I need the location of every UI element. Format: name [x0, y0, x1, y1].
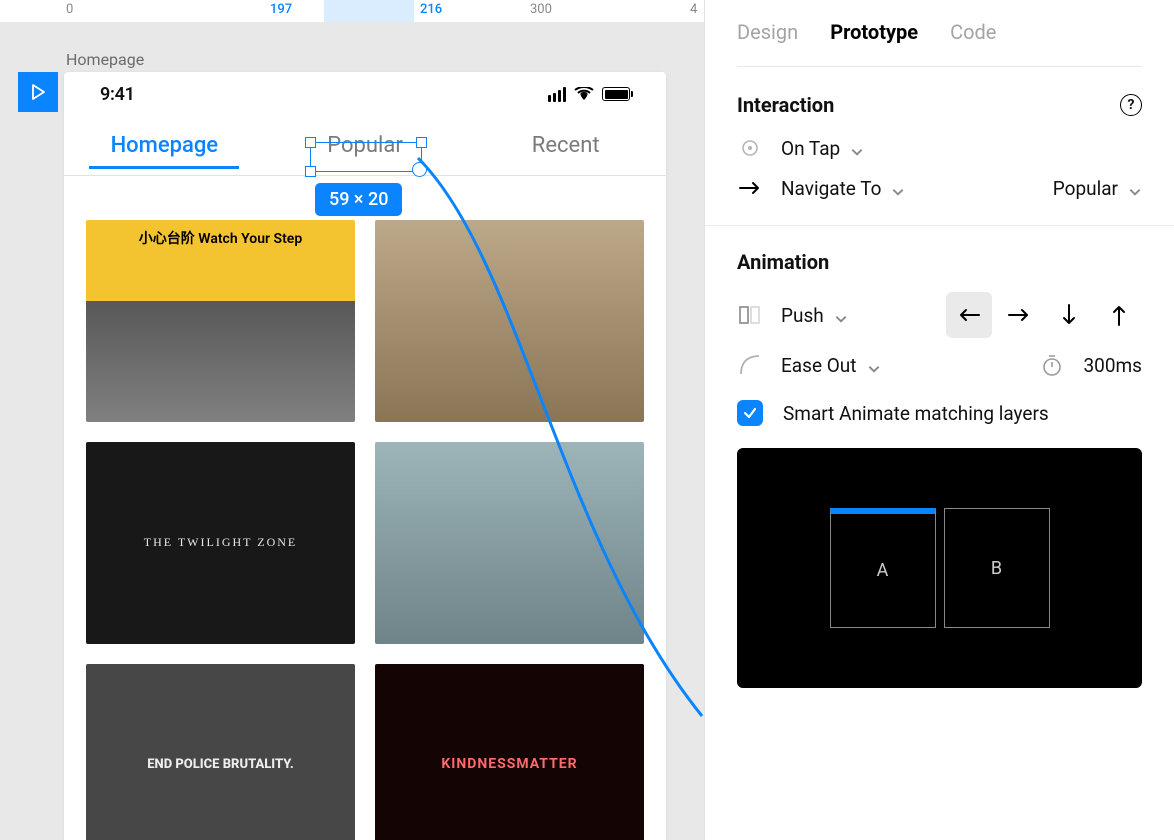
status-time: 9:41 — [100, 84, 135, 105]
animation-type-icon — [737, 302, 763, 328]
resize-handle[interactable] — [305, 137, 316, 148]
action-row[interactable]: Navigate To Popular — [737, 175, 1142, 201]
ruler-tick: 300 — [530, 2, 552, 17]
chevron-down-icon — [850, 141, 864, 155]
animation-type-label: Push — [781, 304, 824, 327]
properties-panel: Design Prototype Code Interaction ? On T… — [704, 0, 1174, 840]
wifi-icon — [574, 87, 594, 101]
trigger-icon — [737, 135, 763, 161]
animation-type-dropdown[interactable]: Push — [781, 304, 848, 327]
divider — [705, 225, 1174, 226]
easing-dropdown[interactable]: Ease Out — [781, 354, 881, 377]
preview-frame-b: B — [944, 508, 1050, 628]
chevron-down-icon — [891, 181, 905, 195]
duration-value[interactable]: 300ms — [1083, 354, 1142, 377]
tab-homepage[interactable]: Homepage — [64, 123, 265, 168]
prototype-node-handle[interactable] — [412, 162, 427, 177]
frame-label[interactable]: Homepage — [66, 50, 144, 69]
ruler-tick: 197 — [270, 2, 292, 17]
resize-handle[interactable] — [305, 166, 316, 177]
chevron-down-icon — [834, 308, 848, 322]
direction-left-button[interactable] — [946, 292, 992, 338]
direction-right-button[interactable] — [996, 292, 1042, 338]
smart-animate-label: Smart Animate matching layers — [783, 402, 1049, 425]
panel-tabs: Design Prototype Code — [737, 0, 1142, 67]
panel-tab-design[interactable]: Design — [737, 20, 798, 44]
grid-image[interactable]: KINDNESSMATTER — [375, 664, 644, 840]
ruler-tick: 216 — [420, 2, 442, 17]
selection-outline[interactable]: 59 × 20 — [310, 142, 422, 172]
direction-up-button[interactable] — [1096, 292, 1142, 338]
grid-image[interactable]: THE TWILIGHT ZONE — [86, 442, 355, 644]
trigger-label: On Tap — [781, 137, 840, 160]
prototype-play-button[interactable] — [18, 72, 58, 112]
canvas[interactable]: 0 197 216 300 4 Homepage 9:41 Homepage P… — [0, 0, 704, 840]
panel-tab-prototype[interactable]: Prototype — [830, 20, 918, 44]
grid-image[interactable]: END POLICE BRUTALITY. — [86, 664, 355, 840]
arrow-right-icon — [737, 175, 763, 201]
action-label: Navigate To — [781, 177, 881, 200]
grid-image[interactable] — [375, 442, 644, 644]
direction-down-button[interactable] — [1046, 292, 1092, 338]
play-icon — [29, 83, 47, 101]
target-label: Popular — [1053, 177, 1118, 200]
tab-recent[interactable]: Recent — [465, 123, 666, 168]
easing-icon — [737, 352, 763, 378]
chevron-down-icon — [867, 358, 881, 372]
ruler-selection — [324, 0, 414, 22]
interaction-title: Interaction — [737, 93, 834, 117]
image-grid: 小心台阶 Watch Your Step THE TWILIGHT ZONE E… — [64, 176, 666, 840]
ruler-tick: 0 — [66, 2, 73, 17]
animation-title: Animation — [737, 250, 829, 274]
dimensions-badge: 59 × 20 — [315, 183, 402, 216]
resize-handle[interactable] — [416, 137, 427, 148]
signal-icon — [548, 87, 566, 102]
ruler: 0 197 216 300 4 — [0, 0, 704, 22]
trigger-row[interactable]: On Tap — [737, 135, 1142, 161]
target-dropdown[interactable]: Popular — [1053, 177, 1142, 200]
device-frame[interactable]: 9:41 Homepage Popular Recent 小心台阶 Watch … — [64, 72, 666, 840]
easing-label: Ease Out — [781, 354, 857, 377]
animation-preview[interactable]: A B — [737, 448, 1142, 688]
checkmark-icon — [742, 405, 758, 421]
timer-icon — [1039, 352, 1065, 378]
help-icon[interactable]: ? — [1120, 94, 1142, 116]
chevron-down-icon — [1128, 181, 1142, 195]
preview-frame-a: A — [830, 508, 936, 628]
grid-image[interactable]: 小心台阶 Watch Your Step — [86, 220, 355, 422]
status-bar: 9:41 — [64, 72, 666, 116]
grid-image[interactable] — [375, 220, 644, 422]
panel-tab-code[interactable]: Code — [950, 20, 996, 44]
battery-icon — [602, 87, 630, 101]
smart-animate-checkbox[interactable] — [737, 400, 763, 426]
direction-toggle — [946, 292, 1142, 338]
ruler-tick: 4 — [690, 2, 697, 17]
